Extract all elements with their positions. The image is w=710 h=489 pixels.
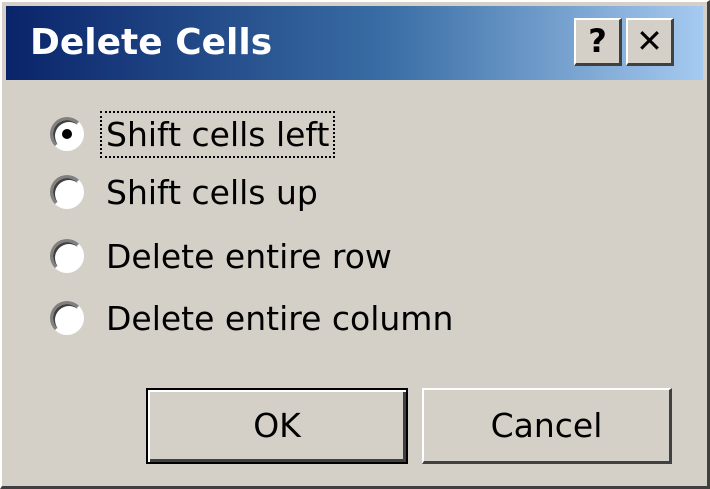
- radio-label-shift-cells-up[interactable]: Shift cells up: [102, 171, 322, 214]
- radio-button-checked-icon[interactable]: [50, 117, 84, 151]
- radio-label-shift-cells-left[interactable]: Shift cells left: [99, 110, 336, 158]
- radio-button-icon[interactable]: [50, 239, 84, 273]
- radio-label-delete-entire-column[interactable]: Delete entire column: [102, 297, 457, 340]
- ok-button[interactable]: OK: [146, 388, 408, 464]
- radio-button-icon[interactable]: [50, 175, 84, 209]
- delete-cells-dialog: Delete Cells ? ✕ Shift cells left Shift …: [0, 0, 710, 489]
- radio-shift-cells-up[interactable]: Shift cells up: [50, 162, 322, 222]
- dialog-title: Delete Cells: [30, 22, 273, 63]
- title-bar[interactable]: Delete Cells ? ✕: [6, 6, 703, 80]
- radio-shift-cells-left[interactable]: Shift cells left: [50, 104, 336, 164]
- help-icon: ?: [588, 22, 607, 60]
- cancel-button[interactable]: Cancel: [422, 388, 672, 464]
- radio-delete-entire-row[interactable]: Delete entire row: [50, 226, 396, 286]
- close-icon: ✕: [636, 22, 663, 60]
- radio-delete-entire-column[interactable]: Delete entire column: [50, 288, 457, 348]
- radio-label-delete-entire-row[interactable]: Delete entire row: [102, 235, 396, 278]
- help-button[interactable]: ?: [574, 18, 622, 66]
- radio-button-icon[interactable]: [50, 301, 84, 335]
- close-button[interactable]: ✕: [626, 18, 674, 66]
